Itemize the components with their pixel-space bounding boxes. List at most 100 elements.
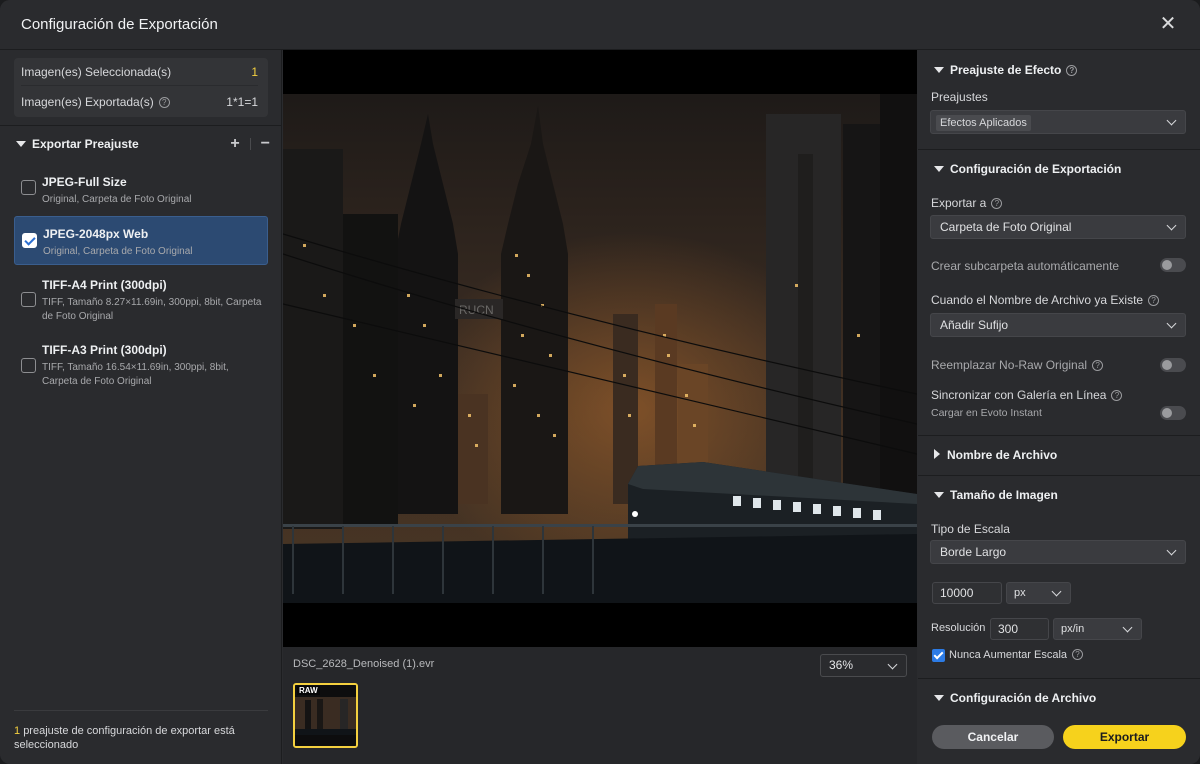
collapse-icon[interactable] <box>934 492 944 498</box>
never-enlarge-label: Nunca Aumentar Escala? <box>949 649 1084 661</box>
preset-item-tiff-a3[interactable]: TIFF-A3 Print (300dpi) TIFF, Tamaño 16.5… <box>14 338 268 394</box>
help-icon[interactable]: ? <box>1066 65 1078 76</box>
help-icon[interactable]: ? <box>1092 360 1104 371</box>
exists-label: Cuando el Nombre de Archivo ya Existe? <box>931 293 1160 307</box>
export-config-title: Configuración de Exportación <box>950 162 1122 176</box>
export-to-label: Exportar a? <box>931 196 1003 210</box>
export-preset-header[interactable]: Exportar Preajuste + − <box>16 135 270 155</box>
scale-type-label: Tipo de Escala <box>931 522 1010 536</box>
preset-checkbox[interactable] <box>21 292 36 307</box>
export-config-header[interactable]: Configuración de Exportación <box>934 162 1121 176</box>
chevron-down-icon <box>1166 318 1177 329</box>
raw-badge: RAW <box>297 686 320 695</box>
size-input[interactable]: 10000 <box>932 582 1002 604</box>
scale-type-dropdown[interactable]: Borde Largo <box>930 540 1186 564</box>
dialog-title: Configuración de Exportación <box>21 16 218 33</box>
help-icon[interactable]: ? <box>158 97 170 108</box>
file-name-title: Nombre de Archivo <box>947 448 1058 462</box>
chevron-down-icon <box>1166 220 1177 231</box>
resolution-label: Resolución <box>931 622 986 634</box>
preset-item-tiff-a4[interactable]: TIFF-A4 Print (300dpi) TIFF, Tamaño 8.27… <box>14 272 268 328</box>
exported-label: Imagen(es) Exportada(s) <box>21 95 154 109</box>
export-button[interactable]: Exportar <box>1063 725 1186 749</box>
subfolder-toggle[interactable] <box>1160 258 1186 272</box>
resolution-unit-dropdown[interactable]: px/in <box>1053 618 1142 640</box>
preset-desc: Original, Carpeta de Foto Original <box>42 194 192 205</box>
close-icon[interactable]: ✕ <box>1158 14 1178 34</box>
file-config-header[interactable]: Configuración de Archivo <box>934 691 1096 705</box>
preset-footer: 1 preajuste de configuración de exportar… <box>14 724 268 752</box>
zoom-dropdown[interactable]: 36% <box>820 654 907 677</box>
preview-canvas[interactable]: RUCN <box>283 50 917 647</box>
presets-label: Preajustes <box>931 90 988 104</box>
add-icon[interactable]: + <box>230 135 239 153</box>
effect-preset-header[interactable]: Preajuste de Efecto? <box>934 63 1078 77</box>
chevron-down-icon <box>1166 115 1177 126</box>
image-size-header[interactable]: Tamaño de Imagen <box>934 488 1058 502</box>
cancel-button[interactable]: Cancelar <box>932 725 1054 749</box>
preset-name: JPEG-2048px Web <box>43 227 149 241</box>
sync-label: Sincronizar con Galería en Línea? <box>931 388 1123 402</box>
resolution-input[interactable]: 300 <box>990 618 1049 640</box>
preview-panel: RUCN DSC_2628_Denoised (1).evr 36% RAW <box>283 50 917 764</box>
sync-toggle[interactable] <box>1160 406 1186 420</box>
title-bar: Configuración de Exportación ✕ <box>0 0 1200 50</box>
collapse-icon[interactable] <box>934 695 944 701</box>
resolution-unit: px/in <box>1061 623 1085 635</box>
preview-photo: RUCN <box>283 94 917 603</box>
preset-desc: Original, Carpeta de Foto Original <box>43 246 193 257</box>
divider <box>0 125 282 126</box>
export-dialog: Configuración de Exportación ✕ Imagen(es… <box>0 0 1200 764</box>
file-config-section: Configuración de Archivo <box>918 678 1200 764</box>
collapse-icon[interactable] <box>934 67 944 73</box>
preset-name: TIFF-A4 Print (300dpi) <box>42 278 167 292</box>
footer-count: 1 <box>14 725 21 737</box>
selected-count: 1 <box>251 64 258 79</box>
photo-sign-text: RUCN <box>459 303 494 317</box>
footer-text: preajuste de configuración de exportar e… <box>14 725 235 751</box>
expand-icon[interactable] <box>934 449 940 459</box>
size-unit: px <box>1014 587 1026 599</box>
preset-item-jpeg-2048[interactable]: JPEG-2048px Web Original, Carpeta de Fot… <box>14 216 268 265</box>
export-to-dropdown[interactable]: Carpeta de Foto Original <box>930 215 1186 239</box>
effect-preset-title: Preajuste de Efecto <box>950 63 1062 77</box>
thumbnail[interactable]: RAW <box>293 683 358 748</box>
collapse-icon[interactable] <box>16 141 26 147</box>
preset-checkbox[interactable] <box>22 233 37 248</box>
preset-checkbox[interactable] <box>21 358 36 373</box>
city-night-photo: RUCN <box>283 94 917 603</box>
image-size-section: Tamaño de Imagen Tipo de Escala Borde La… <box>918 475 1200 678</box>
chevron-down-icon <box>887 659 898 670</box>
file-config-title: Configuración de Archivo <box>950 691 1097 705</box>
size-unit-dropdown[interactable]: px <box>1006 582 1071 604</box>
scale-type-value: Borde Largo <box>940 545 1007 559</box>
chevron-down-icon <box>1051 586 1062 597</box>
subfolder-label: Crear subcarpeta automáticamente <box>931 259 1120 273</box>
file-name-header[interactable]: Nombre de Archivo <box>934 448 1057 462</box>
preset-desc: TIFF, Tamaño 16.54×11.69in, 300ppi, 8bit… <box>42 362 229 387</box>
file-name-section: Nombre de Archivo <box>918 435 1200 475</box>
right-panel: Preajuste de Efecto? Preajustes Efectos … <box>918 50 1200 764</box>
help-icon[interactable]: ? <box>991 198 1003 209</box>
effect-presets-dropdown[interactable]: Efectos Aplicados <box>930 110 1186 134</box>
preset-checkbox[interactable] <box>21 180 36 195</box>
exported-count: 1*1=1 <box>226 95 258 109</box>
help-icon[interactable]: ? <box>1111 390 1123 401</box>
chevron-down-icon <box>1122 622 1133 633</box>
exists-value: Añadir Sufijo <box>940 318 1009 332</box>
help-icon[interactable]: ? <box>1072 649 1084 660</box>
selected-label: Imagen(es) Seleccionada(s) <box>21 64 172 79</box>
exists-dropdown[interactable]: Añadir Sufijo <box>930 313 1186 337</box>
replace-toggle[interactable] <box>1160 358 1186 372</box>
replace-label: Reemplazar No-Raw Original? <box>931 358 1104 372</box>
collapse-icon[interactable] <box>934 166 944 172</box>
never-enlarge-checkbox[interactable] <box>932 649 945 662</box>
exported-row: Imagen(es) Exportada(s)? 1*1=1 <box>21 88 258 116</box>
file-name: DSC_2628_Denoised (1).evr <box>293 658 435 670</box>
zoom-value: 36% <box>829 658 854 672</box>
preset-item-jpeg-full[interactable]: JPEG-Full Size Original, Carpeta de Foto… <box>14 170 268 212</box>
chevron-down-icon <box>1166 545 1177 556</box>
remove-icon[interactable]: − <box>261 135 270 153</box>
left-panel: Imagen(es) Seleccionada(s) 1 Imagen(es) … <box>0 50 282 764</box>
help-icon[interactable]: ? <box>1148 295 1160 306</box>
